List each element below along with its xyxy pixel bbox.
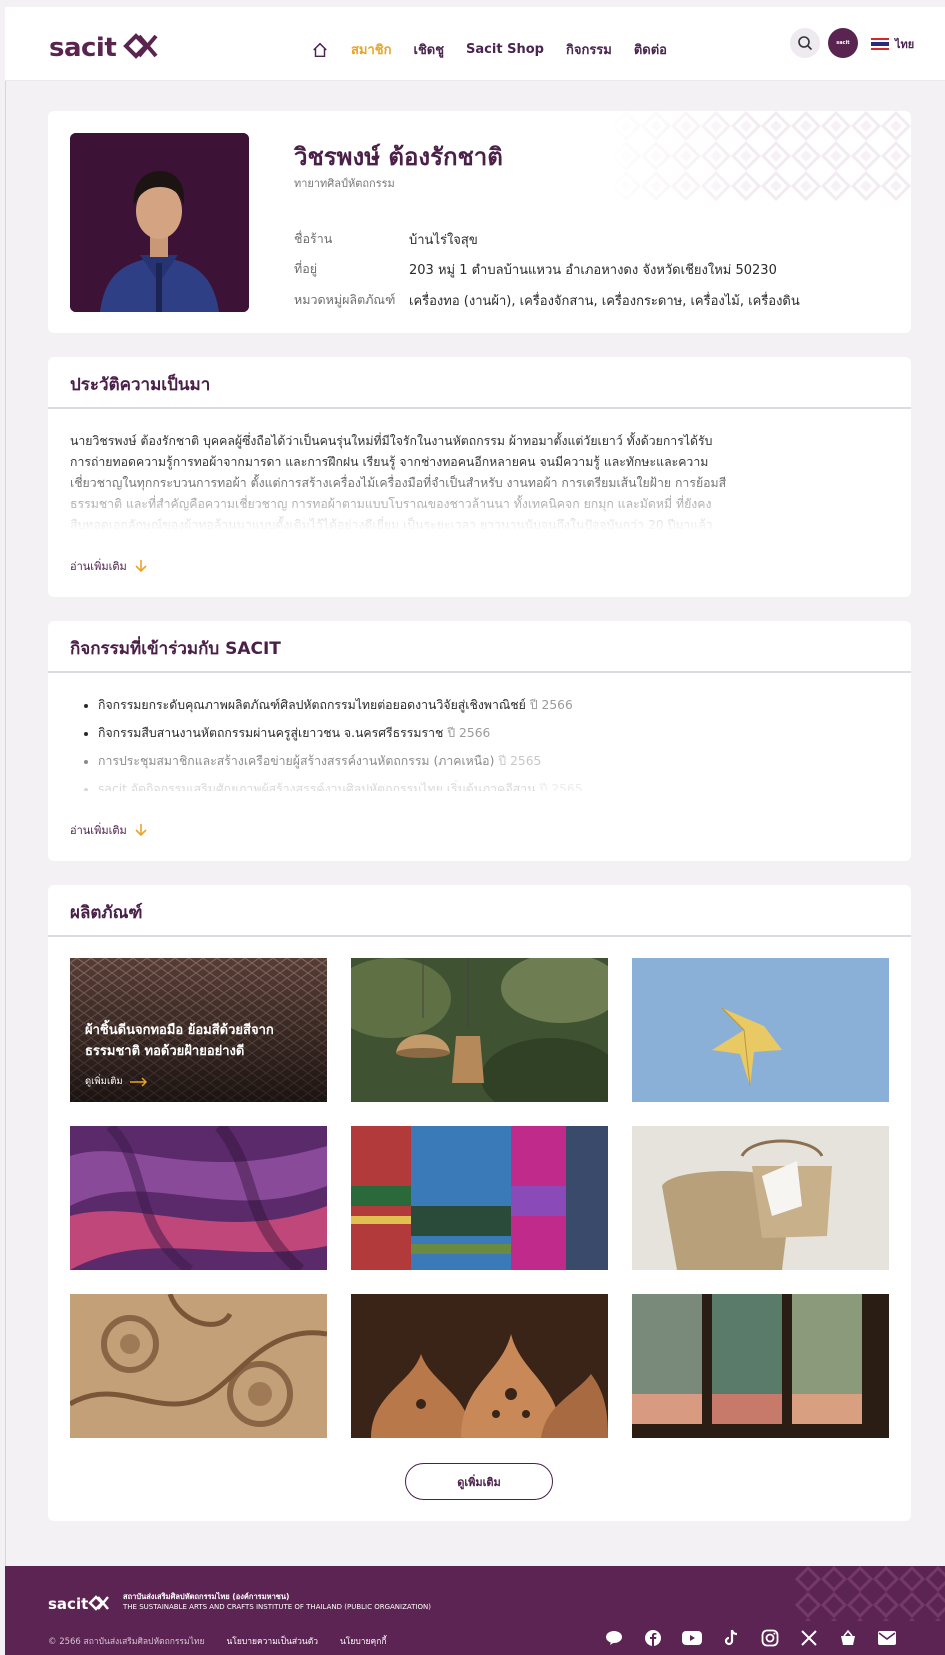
nav-sacit-shop[interactable]: Sacit Shop bbox=[466, 42, 544, 57]
field-value: บ้านไร่ใจสุข bbox=[409, 233, 478, 248]
arrow-right-icon bbox=[129, 1076, 147, 1087]
cookie-link[interactable]: นโยบายคุกกี้ bbox=[340, 1634, 386, 1648]
footer-logo-mark-icon bbox=[88, 1595, 109, 1611]
activities-list: กิจกรรมยกระดับคุณภาพผลิตภัณฑ์ศิลปหัตถกรร… bbox=[84, 691, 844, 791]
tiktok-icon[interactable] bbox=[721, 1628, 741, 1648]
product-tile-sarongs[interactable] bbox=[632, 1294, 889, 1438]
field-label: หมวดหมู่ผลิตภัณฑ์ bbox=[294, 292, 396, 307]
privacy-link[interactable]: นโยบายความเป็นส่วนตัว bbox=[226, 1634, 318, 1648]
instagram-icon[interactable] bbox=[760, 1628, 780, 1648]
activities-read-more-link[interactable]: อ่านเพิ่มเติม bbox=[70, 821, 147, 839]
language-label: ไทย bbox=[895, 38, 915, 51]
product-tile-woven-cloth[interactable]: ผ้าชิ้นดีนจกทอมือ ย้อมสีด้วยสีจากธรรมชาต… bbox=[70, 958, 327, 1102]
history-card: ประวัติความเป็นมา นายวิชรพงษ์ ต้องรักชาต… bbox=[48, 357, 911, 597]
product-see-more-link[interactable]: ดูเพิ่มเติม bbox=[85, 1074, 149, 1089]
mail-icon[interactable] bbox=[877, 1628, 897, 1648]
activity-item: กิจกรรมสืบสานงานหัตถกรรมผ่านครูสู่เยาวชน… bbox=[98, 719, 844, 747]
footer-org-name: สถาบันส่งเสริมศิลปหัตถกรรมไทย (องค์การมห… bbox=[123, 1592, 431, 1611]
nav-honors[interactable]: เชิดชู bbox=[414, 39, 445, 60]
youtube-icon[interactable] bbox=[682, 1628, 702, 1648]
home-icon[interactable] bbox=[311, 41, 329, 59]
thai-flag-icon bbox=[871, 38, 889, 50]
nav-members[interactable]: สมาชิก bbox=[351, 39, 392, 60]
product-tile-pottery[interactable] bbox=[351, 1294, 608, 1438]
products-title: ผลิตภัณฑ์ bbox=[48, 885, 911, 937]
line-icon[interactable] bbox=[604, 1628, 624, 1648]
copyright: © 2566 สถาบันส่งเสริมศิลปหัตถกรรมไทย bbox=[48, 1637, 205, 1647]
shop-icon[interactable] bbox=[838, 1628, 858, 1648]
x-icon[interactable] bbox=[799, 1628, 819, 1648]
field-value: เครื่องทอ (งานผ้า), เครื่องจักสาน, เครื่… bbox=[409, 294, 800, 309]
read-more-label: อ่านเพิ่มเติม bbox=[70, 560, 127, 573]
product-tile-textiles[interactable] bbox=[351, 1126, 608, 1270]
products-card: ผลิตภัณฑ์ ผ้าชิ้นดีนจกทอมือ ย้อมสีด้วยสี… bbox=[48, 885, 911, 1521]
history-read-more-link[interactable]: อ่านเพิ่มเติม bbox=[70, 557, 147, 575]
profile-photo bbox=[70, 133, 249, 312]
site-logo[interactable]: sacit bbox=[49, 33, 117, 63]
logo-mark-icon bbox=[123, 33, 158, 59]
product-tile-silk[interactable] bbox=[70, 1126, 327, 1270]
arrow-down-icon bbox=[135, 824, 147, 837]
nav-activities[interactable]: กิจกรรม bbox=[566, 39, 612, 60]
arrow-down-icon bbox=[135, 560, 147, 573]
member-name: วิชรพงษ์ ต้องรักชาติ bbox=[294, 143, 503, 171]
activities-card: กิจกรรมที่เข้าร่วมกับ SACIT กิจกรรมยกระด… bbox=[48, 621, 911, 861]
social-links bbox=[604, 1628, 916, 1648]
footer-logo[interactable]: sacit bbox=[48, 1595, 88, 1613]
address-row: ที่อยู่ 203 หมู่ 1 ตำบลบ้านแหวน อำเภอหาง… bbox=[294, 259, 777, 280]
field-label: ชื่อร้าน bbox=[294, 231, 333, 246]
site-footer: sacit สถาบันส่งเสริมศิลปหัตถกรรมไทย (องค… bbox=[5, 1566, 945, 1655]
footer-bottom: © 2566 สถาบันส่งเสริมศิลปหัตถกรรมไทย นโย… bbox=[48, 1634, 408, 1648]
read-more-label: อ่านเพิ่มเติม bbox=[70, 824, 127, 837]
footer-pattern bbox=[795, 1566, 945, 1621]
field-value: 203 หมู่ 1 ตำบลบ้านแหวน อำเภอหางดง จังหว… bbox=[409, 263, 777, 278]
search-button[interactable] bbox=[790, 28, 820, 58]
site-header: sacit สมาชิก เชิดชู Sacit Shop กิจกรรม ต… bbox=[5, 7, 945, 81]
member-role: ทายาทศิลป์หัตถกรรม bbox=[294, 177, 395, 190]
product-tile-rattan-lamps[interactable] bbox=[351, 958, 608, 1102]
shop-name-row: ชื่อร้าน บ้านไร่ใจสุข bbox=[294, 229, 478, 250]
history-text: นายวิชรพงษ์ ต้องรักชาติ บุคคลผู้ซึ่งถือไ… bbox=[70, 431, 730, 531]
product-tile-wood-carving[interactable] bbox=[70, 1294, 327, 1438]
search-icon bbox=[798, 36, 813, 51]
activity-item: การประชุมสมาชิกและสร้างเครือข่ายผู้สร้าง… bbox=[98, 747, 844, 775]
product-tile-paper-kite[interactable] bbox=[632, 958, 889, 1102]
nav-contact[interactable]: ติดต่อ bbox=[634, 39, 667, 60]
category-row: หมวดหมู่ผลิตภัณฑ์ เครื่องทอ (งานผ้า), เค… bbox=[294, 290, 800, 311]
facebook-icon[interactable] bbox=[643, 1628, 663, 1648]
decorative-pattern bbox=[611, 111, 911, 201]
product-caption: ผ้าชิ้นดีนจกทอมือ ย้อมสีด้วยสีจากธรรมชาต… bbox=[85, 1023, 274, 1059]
activity-item: กิจกรรมยกระดับคุณภาพผลิตภัณฑ์ศิลปหัตถกรร… bbox=[98, 691, 844, 719]
activities-title: กิจกรรมที่เข้าร่วมกับ SACIT bbox=[48, 621, 911, 673]
activity-item: sacit จัดกิจกรรมเสริมศักยภาพผู้สร้างสรรค… bbox=[98, 775, 844, 791]
field-label: ที่อยู่ bbox=[294, 261, 318, 276]
profile-card: วิชรพงษ์ ต้องรักชาติ ทายาทศิลป์หัตถกรรม … bbox=[48, 111, 911, 333]
products-see-more-button[interactable]: ดูเพิ่มเติม bbox=[405, 1463, 553, 1500]
user-avatar[interactable]: sacit bbox=[828, 28, 858, 58]
product-tile-baskets[interactable] bbox=[632, 1126, 889, 1270]
history-title: ประวัติความเป็นมา bbox=[48, 357, 911, 409]
main-nav: สมาชิก เชิดชู Sacit Shop กิจกรรม ติดต่อ bbox=[311, 39, 689, 60]
language-switcher[interactable]: ไทย bbox=[871, 35, 914, 53]
